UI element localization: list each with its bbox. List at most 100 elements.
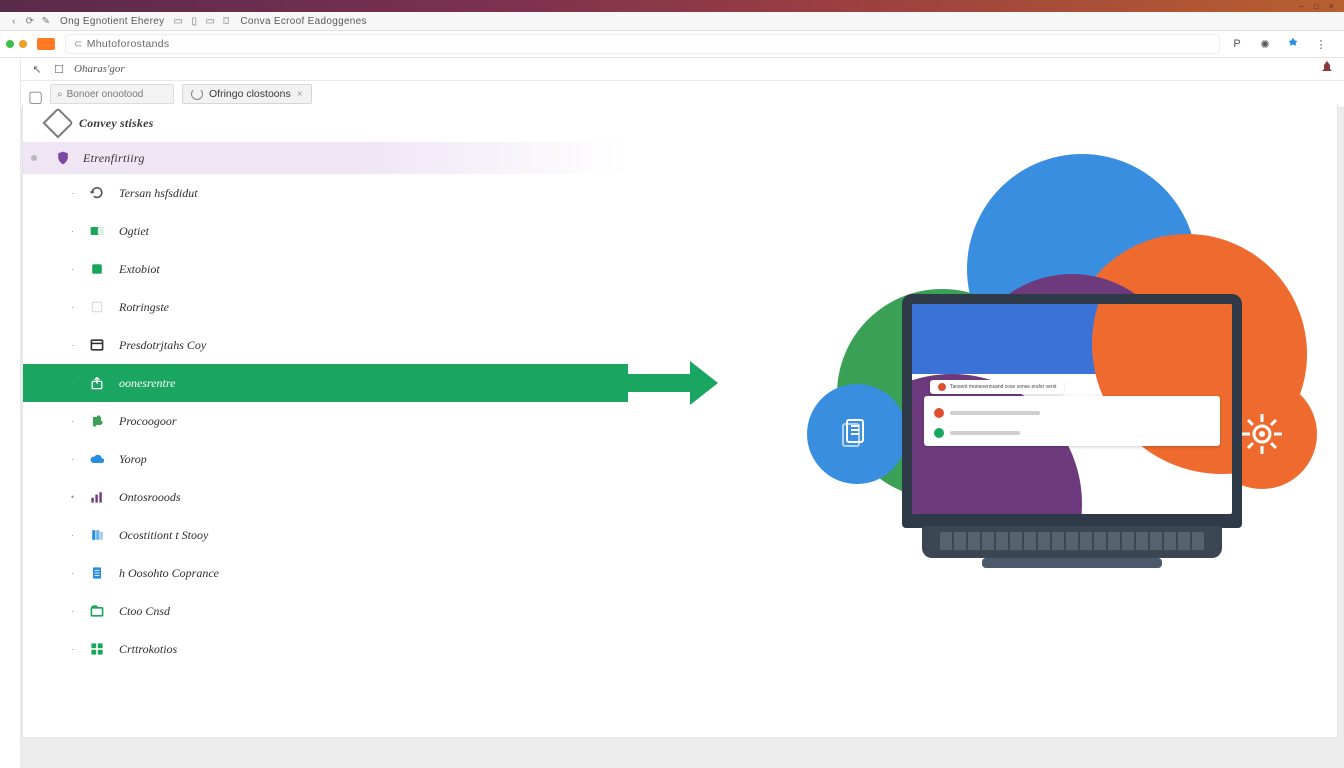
status-dot-amber [19, 40, 27, 48]
nav-label: Etrenfirtiirg [83, 151, 145, 166]
close-breadcrumb-icon[interactable]: × [297, 89, 303, 100]
sidebar: Convey stiskes Etrenfirtiirg·Tersan hsfs… [23, 104, 628, 737]
nav-label: Ogtiet [119, 224, 149, 239]
folder-icon [87, 601, 107, 621]
puzzle-icon [87, 411, 107, 431]
search-placeholder: Bonoer onootood [67, 89, 144, 100]
extension-icon[interactable] [1286, 37, 1300, 51]
back-icon[interactable]: ‹ [6, 14, 22, 28]
window-maximize-icon[interactable]: □ [1314, 2, 1323, 11]
active-arrow [403, 364, 718, 402]
address-bar-row: ⊂ Mhutoforostands P ✺ ⋮ [0, 31, 1344, 58]
sidebar-item-3[interactable]: ·Extobiot [23, 250, 628, 288]
card-icon [87, 221, 107, 241]
cloud-icon [87, 449, 107, 469]
url-input[interactable]: ⊂ Mhutoforostands [65, 34, 1220, 54]
search-glyph-icon: ⌕ [57, 89, 63, 100]
grid-icon [87, 639, 107, 659]
blank-icon [87, 297, 107, 317]
capture-icon[interactable]: ⌼ [218, 14, 234, 28]
flag-icon[interactable]: P [1230, 37, 1244, 51]
nav-label: Ontosrooods [119, 490, 181, 505]
bullet-icon: · [71, 644, 79, 654]
bullet-icon: · [71, 302, 79, 312]
window-close-icon[interactable]: × [1329, 2, 1338, 11]
sidebar-item-4[interactable]: ·Rotringste [23, 288, 628, 326]
nav-list: Etrenfirtiirg·Tersan hsfsdidut·Ogtiet·Ex… [23, 142, 628, 668]
bullet-icon: · [71, 416, 79, 426]
refresh-spinner-icon [191, 88, 203, 100]
cursor-icon[interactable]: ↖ [30, 63, 44, 76]
screen-badge: Tansent monooennsand cose sonse endor ve… [930, 380, 1064, 394]
tab-title-1[interactable]: Ong Egnotient Eherey [60, 16, 164, 27]
site-favicon [37, 38, 55, 50]
os-titlebar: − □ × [0, 0, 1344, 12]
sidebar-item-9[interactable]: • Ontosrooods [23, 478, 628, 516]
lock-icon: ⊂ [74, 39, 83, 50]
home-outline-icon [42, 107, 73, 138]
bullet-icon: · [71, 568, 79, 578]
breadcrumb-pill[interactable]: Ofringo clostoons × [182, 84, 312, 104]
nav-label: Yorop [119, 452, 147, 467]
status-dot-green [6, 40, 14, 48]
sidebar-item-11[interactable]: · h Oosohto Coprance [23, 554, 628, 592]
breadcrumb-label: Ofringo clostoons [209, 88, 291, 100]
laptop-illustration: Tansent monooennsand cose sonse endor ve… [902, 294, 1242, 568]
feature-circle-docs [807, 384, 907, 484]
screen-card [924, 396, 1220, 446]
nav-label: Tersan hsfsdidut [119, 186, 198, 201]
sidebar-item-10[interactable]: · Ocostitiont t Stooy [23, 516, 628, 554]
nav-label: h Oosohto Coprance [119, 566, 219, 581]
books-icon [87, 525, 107, 545]
bullet-icon: • [71, 492, 79, 502]
tab-icon: ▭ [170, 14, 186, 28]
sidebar-item-2[interactable]: · Ogtiet [23, 212, 628, 250]
pin-icon[interactable] [1318, 60, 1336, 78]
nav-label: Ctoo Cnsd [119, 604, 170, 619]
workspace: Convey stiskes Etrenfirtiirg·Tersan hsfs… [22, 104, 1338, 738]
tab-title-2[interactable]: Conva Ecroof Eadoggenes [240, 16, 366, 27]
nav-label: Procoogoor [119, 414, 177, 429]
sidebar-item-12[interactable]: · Ctoo Cnsd [23, 592, 628, 630]
bullet-icon: · [71, 606, 79, 616]
panel-toggle-icon[interactable]: ▢ [28, 87, 42, 101]
documents-icon [837, 414, 877, 454]
sidebar-item-6[interactable]: ·oonesrentre [23, 364, 628, 402]
document-icon: ☐ [52, 63, 66, 76]
panel-title: Oharas'gor [74, 63, 125, 75]
settings-icon[interactable]: ✺ [1258, 37, 1272, 51]
sidebar-item-8[interactable]: ·Yorop [23, 440, 628, 478]
sidebar-item-5[interactable]: · Presdotrjtahs Coy [23, 326, 628, 364]
left-gutter [0, 58, 21, 768]
url-text: Mhutoforostands [87, 38, 170, 50]
nav-label: Presdotrjtahs Coy [119, 338, 206, 353]
window-minimize-icon[interactable]: − [1299, 2, 1308, 11]
nav-label: Extobiot [119, 262, 160, 277]
sidebar-item-13[interactable]: · Crttrokotios [23, 630, 628, 668]
bullet-icon: · [71, 340, 79, 350]
browser-tab-strip: ‹ ⟳ ✎ Ong Egnotient Eherey ▭ ▯ ▭ ⌼ Conva… [0, 12, 1344, 31]
refresh-icon [87, 183, 107, 203]
edit-icon[interactable]: ✎ [38, 14, 54, 28]
hero-illustration: Tansent monooennsand cose sonse endor ve… [807, 154, 1317, 584]
shield-icon [53, 148, 73, 168]
tab-icon-2: ▯ [186, 14, 202, 28]
sidebar-category[interactable]: Etrenfirtiirg [23, 142, 628, 174]
sidebar-item-7[interactable]: · Procoogoor [23, 402, 628, 440]
reload-icon[interactable]: ⟳ [22, 14, 38, 28]
section-title: Convey stiskes [79, 116, 153, 131]
square-icon [87, 259, 107, 279]
nav-label: Crttrokotios [119, 642, 177, 657]
window-icon [87, 335, 107, 355]
nav-label: Ocostitiont t Stooy [119, 528, 208, 543]
window-controls: − □ × [1299, 2, 1338, 11]
bullet-icon: · [71, 226, 79, 236]
secondary-toolbar: ✕ ↖ ☐ Oharas'gor [0, 58, 1344, 81]
nav-label: oonesrentre [119, 376, 175, 391]
bullet-icon: · [71, 530, 79, 540]
sidebar-item-1[interactable]: ·Tersan hsfsdidut [23, 174, 628, 212]
search-input[interactable]: ⌕ Bonoer onootood [50, 84, 174, 104]
export-icon [87, 373, 107, 393]
tab-icon-3: ▭ [202, 14, 218, 28]
menu-icon[interactable]: ⋮ [1314, 37, 1328, 51]
